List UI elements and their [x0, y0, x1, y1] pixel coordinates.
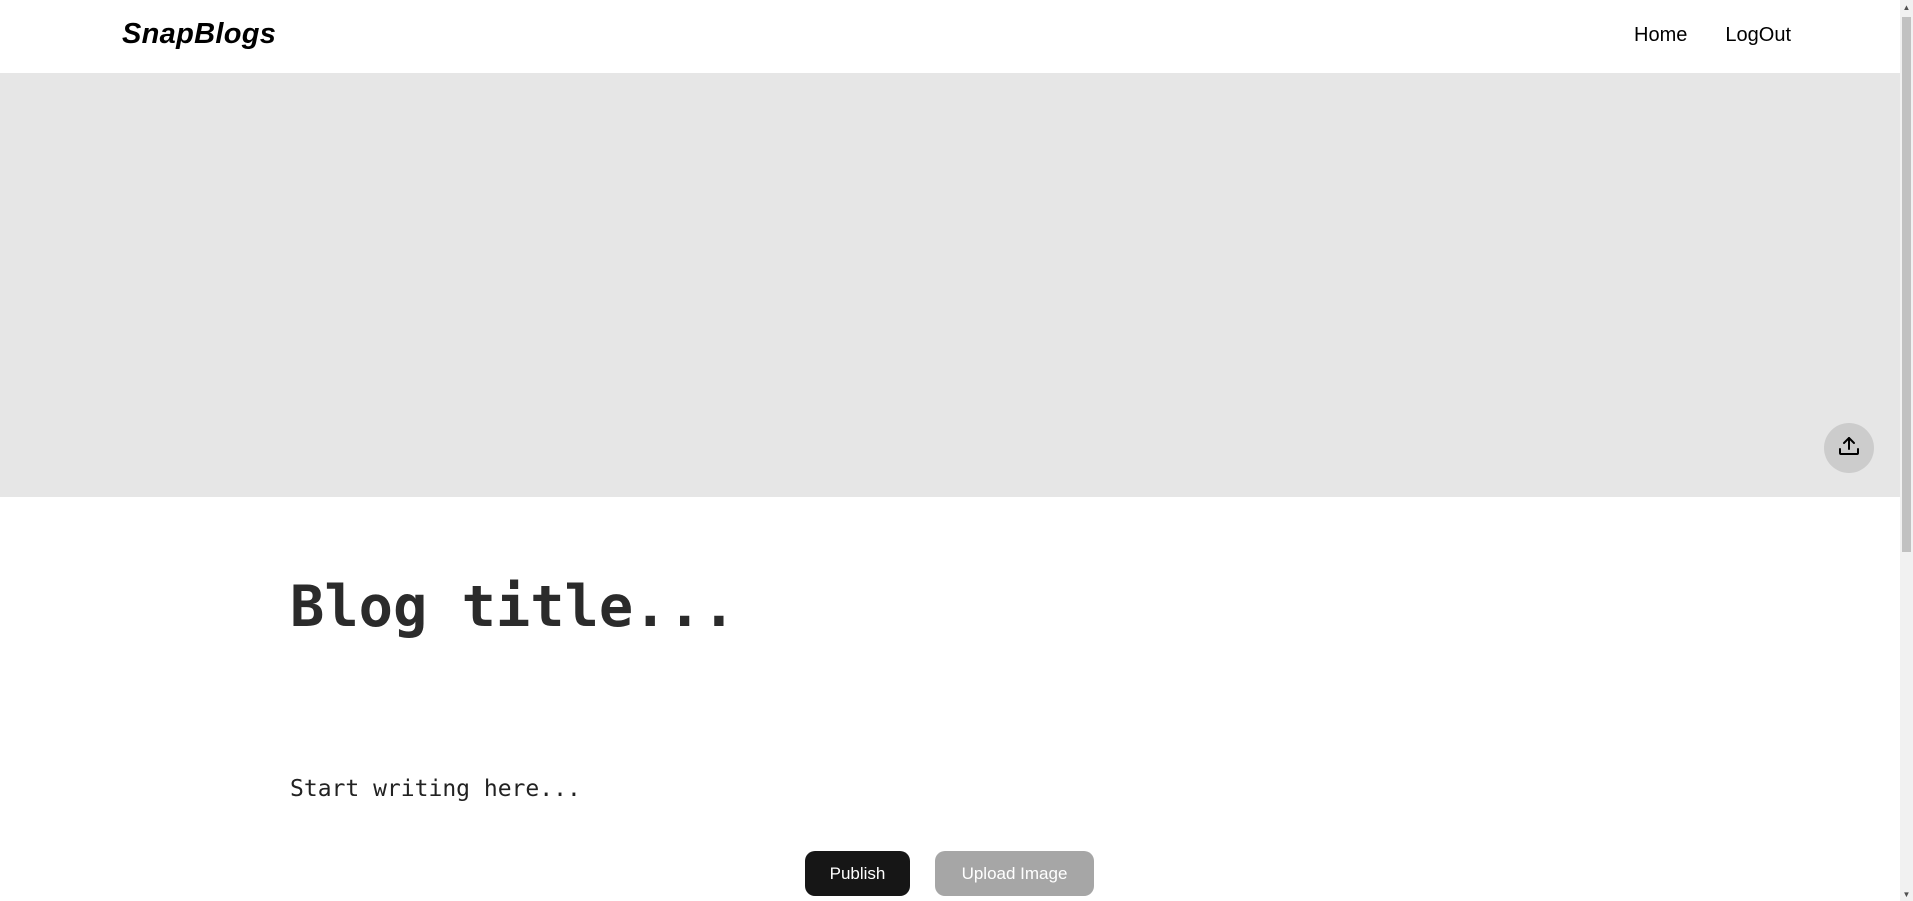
upload-image-button[interactable]: Upload Image: [935, 851, 1094, 896]
page-scrollbar[interactable]: ▲ ▼: [1900, 0, 1913, 901]
nav-link-logout[interactable]: LogOut: [1725, 24, 1791, 47]
blog-body-textarea[interactable]: [290, 776, 1590, 816]
page: SnapBlogs Home LogOut Publish Upload Ima…: [0, 0, 1913, 901]
scroll-down-icon[interactable]: ▼: [1900, 887, 1913, 901]
publish-button[interactable]: Publish: [805, 851, 910, 896]
brand-logo[interactable]: SnapBlogs: [122, 18, 276, 51]
nav-link-home[interactable]: Home: [1634, 24, 1687, 47]
blog-title-input[interactable]: [290, 567, 1590, 647]
nav-links: Home LogOut: [1634, 24, 1791, 47]
cover-image-area[interactable]: [0, 73, 1900, 497]
scroll-thumb[interactable]: [1902, 17, 1911, 552]
cover-upload-button[interactable]: [1824, 423, 1874, 473]
scroll-up-icon[interactable]: ▲: [1900, 0, 1913, 14]
upload-icon: [1837, 434, 1861, 463]
navbar: SnapBlogs Home LogOut: [0, 0, 1900, 73]
